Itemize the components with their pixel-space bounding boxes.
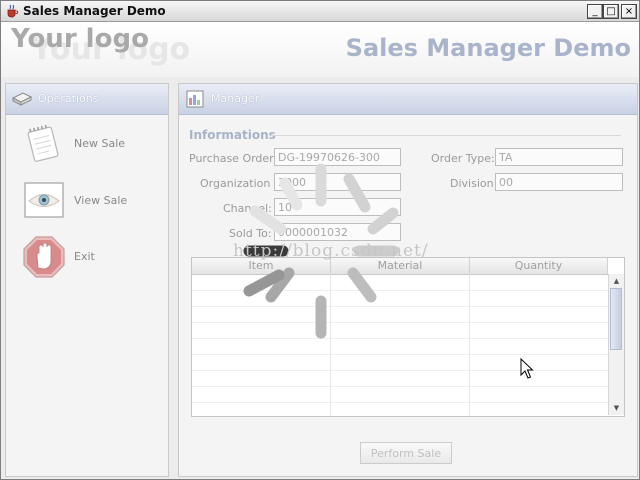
section-divider — [271, 135, 621, 136]
chart-icon — [186, 90, 204, 108]
column-header-quantity[interactable]: Quantity — [470, 258, 608, 274]
manager-title: Manager — [211, 92, 260, 105]
minimize-button[interactable]: _ — [587, 4, 603, 19]
device-icon — [11, 92, 33, 106]
perform-sale-button[interactable]: Perform Sale — [360, 442, 452, 464]
division-field[interactable]: 00 — [495, 173, 623, 191]
notepad-icon — [27, 124, 59, 162]
view-sale-label: View Sale — [74, 194, 128, 207]
maximize-icon: □ — [606, 6, 616, 17]
mouse-cursor-icon — [520, 358, 534, 379]
table-row — [192, 370, 608, 371]
table-row — [192, 386, 608, 387]
eye-icon — [24, 182, 64, 218]
close-icon: × — [624, 6, 634, 17]
logo: Your logo — [11, 24, 149, 54]
manager-header[interactable]: Manager — [179, 84, 637, 115]
informations-section-title: Informations — [189, 128, 276, 142]
app-header: Your logo Your logo Sales Manager Demo — [1, 22, 639, 77]
new-sale-button[interactable]: New Sale — [22, 122, 162, 166]
watermark-text: http://blog.csdn.net/ — [233, 241, 429, 261]
scroll-down-icon[interactable]: ▼ — [609, 402, 624, 414]
table-row — [192, 354, 608, 355]
maximize-button[interactable]: □ — [603, 4, 619, 19]
window-title: Sales Manager Demo — [23, 4, 166, 18]
title-bar[interactable]: Sales Manager Demo _ □ × — [1, 1, 639, 22]
exit-button[interactable]: Exit — [22, 235, 162, 279]
minimize-icon: _ — [592, 6, 598, 17]
operations-header[interactable]: Operations — [6, 84, 168, 115]
new-sale-label: New Sale — [74, 137, 126, 150]
scroll-up-icon[interactable]: ▲ — [609, 275, 624, 287]
table-scrollbar[interactable]: ▲ ▼ — [608, 274, 624, 415]
java-cup-icon — [7, 4, 19, 18]
view-sale-button[interactable]: View Sale — [22, 179, 162, 223]
operations-panel: Operations New Sale View Sale Exit — [5, 83, 169, 477]
scrollbar-thumb[interactable] — [610, 288, 622, 350]
table-row — [192, 402, 608, 403]
division-label: Division: — [450, 177, 498, 190]
app-heading: Sales Manager Demo — [345, 34, 631, 62]
app-window: Sales Manager Demo _ □ × Your logo Your … — [0, 0, 640, 480]
exit-label: Exit — [74, 250, 95, 263]
column-divider — [469, 274, 470, 416]
close-button[interactable]: × — [621, 4, 637, 19]
order-type-field[interactable]: TA — [495, 148, 623, 166]
operations-title: Operations — [38, 92, 99, 105]
order-type-label: Order Type: — [431, 152, 495, 165]
stop-hand-icon — [23, 236, 65, 278]
